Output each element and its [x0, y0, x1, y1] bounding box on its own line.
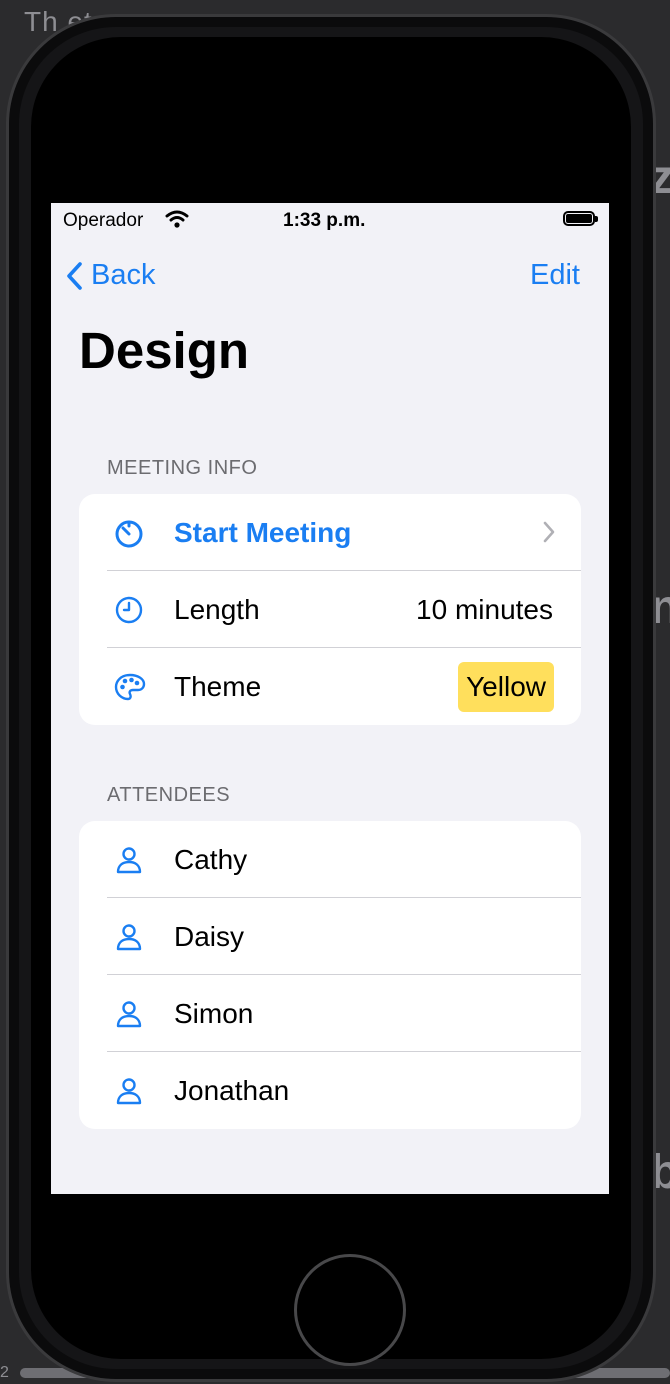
length-row: Length 10 minutes [79, 571, 581, 648]
page-title: Design [79, 322, 250, 379]
attendee-row: Simon [79, 975, 581, 1052]
meeting-info-card: Start Meeting Length 10 minutes Theme Ye… [79, 494, 581, 725]
attendees-header: ATTENDEES [107, 784, 231, 806]
carrier-label: Operador [63, 210, 144, 231]
timer-icon [113, 517, 145, 549]
theme-color-badge: Yellow [458, 662, 554, 712]
app-screen: Operador 1:33 p.m. Back Edit Design MEET… [51, 203, 609, 1194]
person-icon [113, 844, 145, 876]
background-footer-number: 2 [0, 1364, 9, 1381]
status-bar: Operador 1:33 p.m. [51, 203, 609, 239]
attendee-row: Jonathan [79, 1052, 581, 1129]
attendee-name: Daisy [174, 920, 245, 952]
theme-label: Theme [174, 670, 262, 702]
wifi-icon [165, 209, 189, 234]
palette-icon [113, 671, 146, 703]
attendee-row: Daisy [79, 898, 581, 975]
start-meeting-label: Start Meeting [174, 516, 352, 548]
navigation-bar: Back Edit [51, 239, 609, 292]
person-icon [113, 1075, 145, 1107]
person-icon [113, 998, 145, 1030]
attendee-name: Jonathan [174, 1074, 290, 1106]
battery-icon [563, 211, 598, 226]
start-meeting-row[interactable]: Start Meeting [79, 494, 581, 571]
status-time: 1:33 p.m. [283, 210, 366, 231]
back-label: Back [91, 259, 156, 291]
chevron-right-icon [543, 521, 555, 548]
person-icon [113, 921, 145, 953]
length-label: Length [174, 593, 260, 625]
theme-row: Theme Yellow [79, 648, 581, 725]
attendee-name: Simon [174, 997, 254, 1029]
edit-button[interactable]: Edit [530, 259, 580, 292]
attendees-card: Cathy Daisy Simon Jonathan [79, 821, 581, 1129]
length-value: 10 minutes [416, 593, 553, 625]
clock-icon [113, 594, 145, 626]
attendee-row: Cathy [79, 821, 581, 898]
home-button[interactable] [294, 1254, 406, 1366]
meeting-info-header: MEETING INFO [107, 457, 258, 479]
back-button[interactable]: Back [65, 259, 155, 292]
attendee-name: Cathy [174, 843, 248, 875]
chevron-left-icon [67, 261, 82, 290]
